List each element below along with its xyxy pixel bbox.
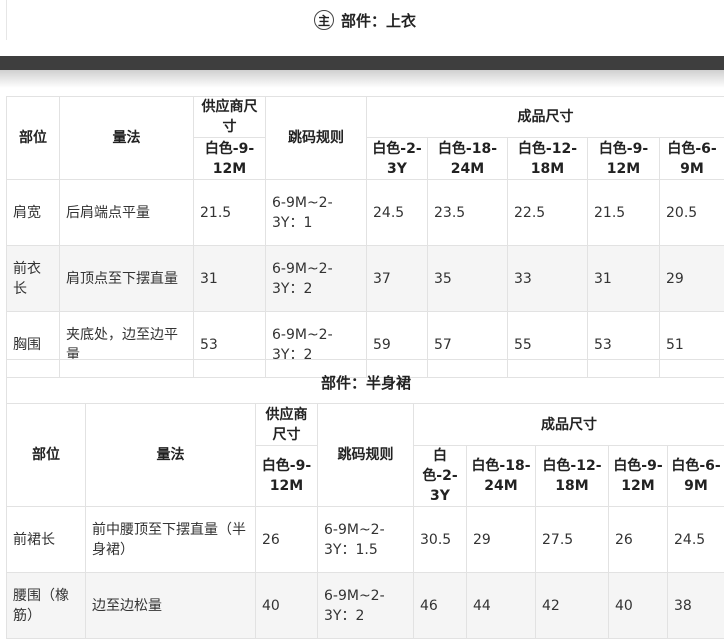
header-part: 部位 — [7, 404, 86, 507]
header-supplier: 供应商尺寸 — [194, 97, 266, 138]
header-size: 白色-2-3Y — [414, 446, 467, 507]
cell-method: 肩顶点至下摆直量 — [60, 246, 194, 312]
cell-value: 24.5 — [668, 507, 724, 573]
header-part: 部位 — [7, 97, 60, 180]
size-table-skirt: 部位 量法 供应商尺寸 跳码规则 成品尺寸 白色-9-12M 白色-2-3Y 白… — [6, 403, 724, 639]
part-header-top: 主 部件：上衣 — [6, 0, 724, 40]
cell-method: 前中腰顶至下摆直量（半身裙） — [86, 507, 256, 573]
cell-value: 35 — [428, 246, 508, 312]
cell-value: 38 — [668, 573, 724, 639]
cell-value: 33 — [508, 246, 588, 312]
cell-value: 29 — [467, 507, 536, 573]
cell-value: 44 — [467, 573, 536, 639]
header-size: 白色-12-18M — [508, 138, 588, 180]
divider-shade — [0, 70, 724, 88]
part-header-skirt: 部件：半身裙 — [6, 359, 724, 404]
size-table-top: 部位 量法 供应商尺寸 跳码规则 成品尺寸 白色-9-12M 白色-2-3Y 白… — [6, 96, 724, 378]
cell-value: 24.5 — [367, 180, 428, 246]
cell-value: 30.5 — [414, 507, 467, 573]
cell-part: 前裙长 — [7, 507, 86, 573]
divider-bar — [0, 56, 724, 70]
part-title-top: 部件：上衣 — [341, 10, 416, 31]
main-badge-icon: 主 — [314, 10, 334, 30]
cell-value: 26 — [609, 507, 668, 573]
header-size: 白色-9-12M — [588, 138, 660, 180]
cell-value: 20.5 — [660, 180, 724, 246]
cell-value: 27.5 — [536, 507, 609, 573]
table-row: 前衣长 肩顶点至下摆直量 31 6-9M~2-3Y：2 37 35 33 31 … — [7, 246, 724, 312]
cell-rule: 6-9M~2-3Y：1 — [266, 180, 367, 246]
cell-part: 腰围（橡筋） — [7, 573, 86, 639]
header-size: 白色-18-24M — [467, 446, 536, 507]
cell-supplier: 31 — [194, 246, 266, 312]
header-supplier: 供应商尺寸 — [256, 404, 318, 446]
cell-value: 46 — [414, 573, 467, 639]
cell-supplier: 21.5 — [194, 180, 266, 246]
part-title-skirt: 部件：半身裙 — [321, 372, 411, 393]
cell-value: 37 — [367, 246, 428, 312]
cell-value: 42 — [536, 573, 609, 639]
header-finished: 成品尺寸 — [414, 404, 724, 446]
table-row: 腰围（橡筋） 边至边松量 40 6-9M~2-3Y：2 46 44 42 40 … — [7, 573, 724, 639]
header-method: 量法 — [86, 404, 256, 507]
cell-part: 肩宽 — [7, 180, 60, 246]
header-size: 白色-6-9M — [660, 138, 724, 180]
header-rule: 跳码规则 — [318, 404, 414, 507]
header-size: 白色-18-24M — [428, 138, 508, 180]
cell-supplier: 26 — [256, 507, 318, 573]
header-method: 量法 — [60, 97, 194, 180]
cell-value: 31 — [588, 246, 660, 312]
header-supplier-size: 白色-9-12M — [194, 138, 266, 180]
header-supplier-size: 白色-9-12M — [256, 446, 318, 507]
header-rule: 跳码规则 — [266, 97, 367, 180]
cell-part: 前衣长 — [7, 246, 60, 312]
cell-value: 40 — [609, 573, 668, 639]
table-row: 肩宽 后肩端点平量 21.5 6-9M~2-3Y：1 24.5 23.5 22.… — [7, 180, 724, 246]
cell-value: 29 — [660, 246, 724, 312]
cell-method: 边至边松量 — [86, 573, 256, 639]
cell-value: 22.5 — [508, 180, 588, 246]
cell-rule: 6-9M~2-3Y：1.5 — [318, 507, 414, 573]
header-finished: 成品尺寸 — [367, 97, 724, 138]
header-size: 白色-2-3Y — [367, 138, 428, 180]
header-size: 白色-6-9M — [668, 446, 724, 507]
cell-value: 21.5 — [588, 180, 660, 246]
cell-method: 后肩端点平量 — [60, 180, 194, 246]
cell-rule: 6-9M~2-3Y：2 — [318, 573, 414, 639]
table-row: 前裙长 前中腰顶至下摆直量（半身裙） 26 6-9M~2-3Y：1.5 30.5… — [7, 507, 724, 573]
header-size: 白色-9-12M — [609, 446, 668, 507]
header-size: 白色-12-18M — [536, 446, 609, 507]
cell-rule: 6-9M~2-3Y：2 — [266, 246, 367, 312]
cell-supplier: 40 — [256, 573, 318, 639]
cell-value: 23.5 — [428, 180, 508, 246]
